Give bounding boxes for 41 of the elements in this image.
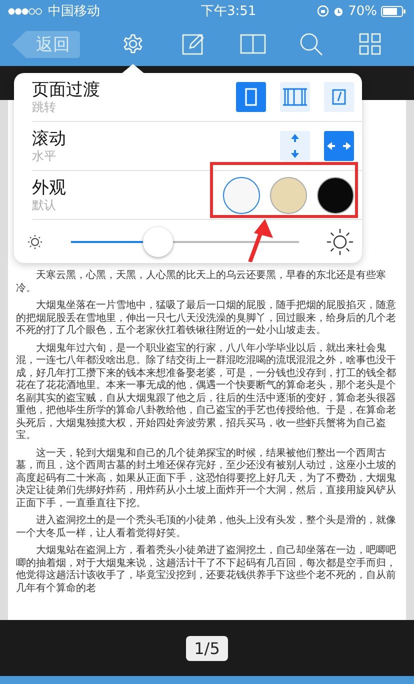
vertical-arrows-icon <box>290 134 300 158</box>
alarm-icon <box>333 6 344 16</box>
theme-swatch[interactable] <box>270 176 307 214</box>
grid-icon <box>359 33 381 55</box>
setting-value: 默认 <box>32 198 57 212</box>
horizontal-option-button[interactable] <box>324 131 354 161</box>
single-option-button[interactable] <box>236 82 266 112</box>
setting-title: 外观 <box>32 178 66 198</box>
single-page-icon <box>245 88 257 106</box>
rotation-lock-icon <box>317 5 330 17</box>
curl-option-button[interactable] <box>324 82 354 112</box>
page-paragraph: 大烟鬼年过六旬，是一个职业盗宝的行家，八八年小学毕业以后，就出来社会鬼混，一连七八年都没啥出息。除了结交街上一群混吃混喝的流氓混混之外，啥事也没干成，好几年打工攒下来的钱本来想准备娶老婆，可是，一分钱也没存到，打工的钱全都花在了花花酒地里。本来一事无成的他，偶遇一个快要断气的算命老头，那个老头是个名副其实的盗宝贼，自从大烟鬼跟了他之后，往后的生活中逐渐的变好，算命老头很器重他，把他毕生所学的算命八卦教给他，自己盗宝的手艺也传授给他。于是，在算命老头死后，大烟鬼独揽大权，开始四处奔波劳累，招兵买马，收一些虾兵蟹将为自己盗宝。 <box>16 342 397 442</box>
back-button[interactable]: 返回 <box>12 31 80 58</box>
page-paragraph: 天寒云黑，心黑，天黑，人心黑的比天上的乌云还要黑，早春的东北还是有些寒冷。 <box>16 270 387 295</box>
book-icon <box>240 33 266 55</box>
page-slide-icon <box>282 88 308 106</box>
high-brightness-icon <box>326 228 354 256</box>
signal-icon <box>8 8 42 14</box>
slide-option-button[interactable] <box>280 82 310 112</box>
page-paragraph: 这一天，轮到大烟鬼和自己的几个徒弟探宝的时候，结果被他们整出一个西周古墓，而且，这个西周古墓的封土堆还保存完好，至少还没有被别人动过，这座小土坡的高度起码有二十米高，如果从正面下手，这恐怕得要挖上好几天，为了不费劲，大烟鬼决定让徒弟们先绑好炸药，用炸药从小土坡上面炸开一个大洞，然后，直接用旋风铲从正面下手，一直垂直往下挖。 <box>16 448 397 510</box>
carrier-name: 中国移动 <box>48 3 100 20</box>
theme-swatch[interactable] <box>223 176 260 214</box>
battery-percent: 70% <box>348 4 377 18</box>
page-paragraph: 进入盗洞挖土的是一个秃头毛顶的小徒弟，他头上没有头发，整个头是滑的，就像一个大冬瓜一样，让人看着觉得好笑。 <box>16 515 397 540</box>
page-indicator: 1/5 <box>186 636 228 660</box>
edit-icon <box>181 32 205 56</box>
theme-swatch[interactable] <box>317 176 354 214</box>
status-time: 下午3:51 <box>200 3 256 20</box>
search-icon <box>299 32 323 56</box>
settings-icon <box>121 32 145 56</box>
vertical-option-button[interactable] <box>280 131 310 161</box>
setting-value: 水平 <box>32 149 57 163</box>
setting-title: 滚动 <box>32 129 66 149</box>
page-curl-icon <box>332 89 346 105</box>
setting-title: 页面过渡 <box>32 80 100 100</box>
slider-thumb[interactable] <box>142 227 173 257</box>
setting-value: 跳转 <box>32 100 57 114</box>
horizontal-arrows-icon <box>327 141 351 151</box>
page-paragraph: 大烟鬼坐落在一片雪地中，猛吸了最后一口烟的屁股，随手把烟的屁股掐灭，随意的把烟屁股丢在雪地里，伸出一只七八天没洗澡的臭脚丫，回过眼来，给身后的几个老不死的打了几个眼色，五个老家伙扛着铁锹往附近的一处小山坡走去。 <box>16 300 397 338</box>
page-paragraph: 大烟鬼站在盗洞上方，看着秃头小徒弟进了盗洞挖土，自己却坐落在一边，吧唧吧唧的抽着烟，对于大烟鬼来说，这趟活计干了不下起码有几百回，每次都是空手而归，他觉得这趟活计该收手了，毕竟宝没挖到，还要花钱供养手下这些个老不死的，自从前几年有个算命的老 <box>16 545 397 595</box>
battery-icon <box>380 6 406 16</box>
